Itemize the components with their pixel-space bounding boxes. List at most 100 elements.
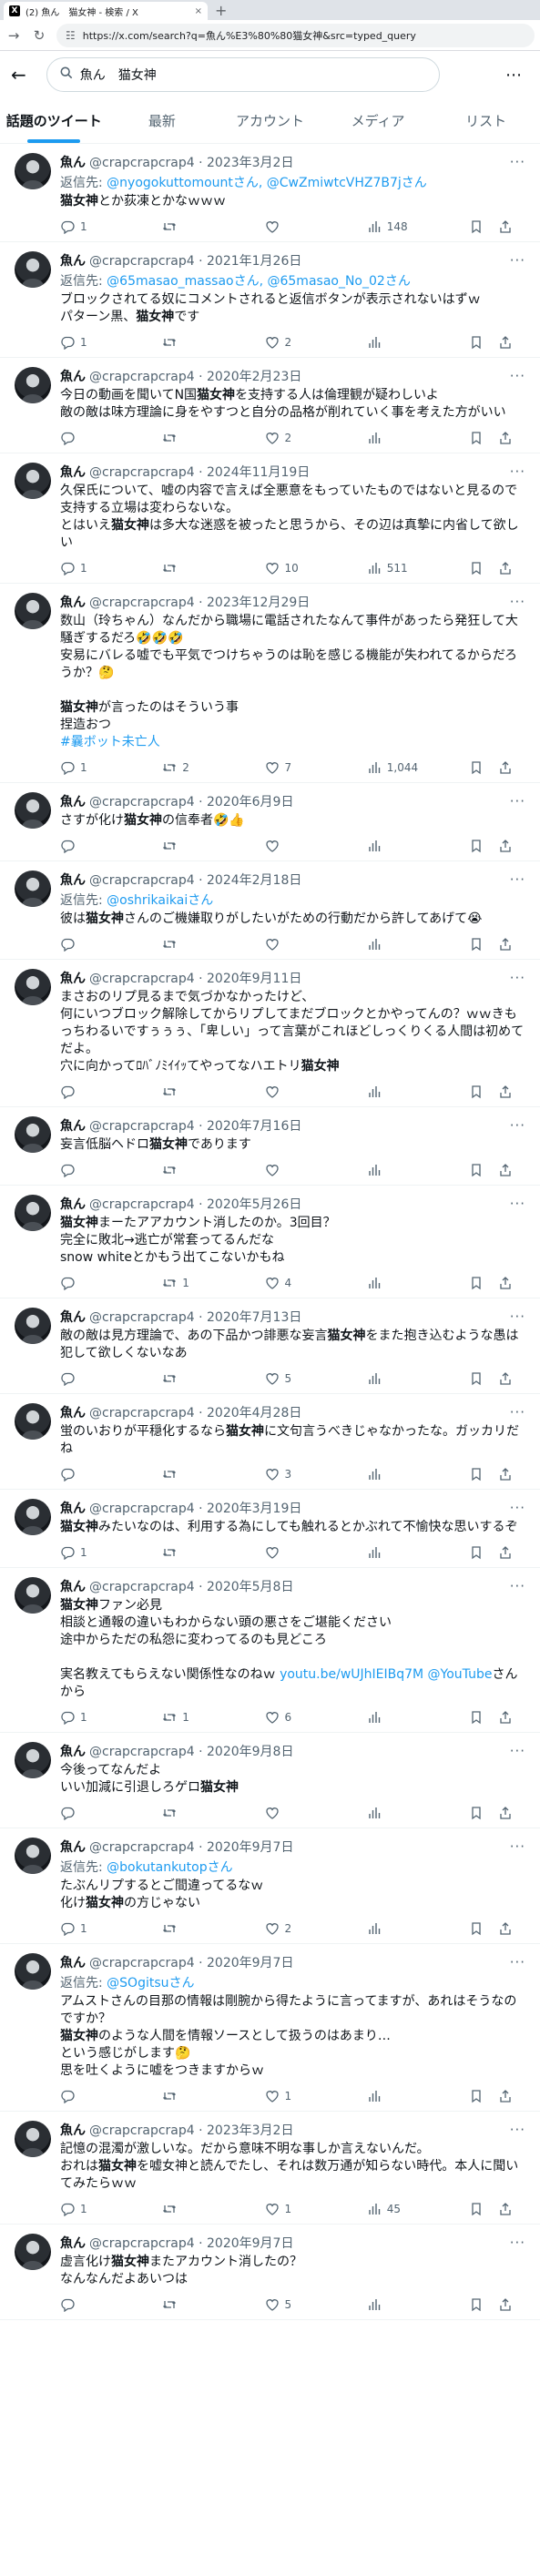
avatar[interactable] — [15, 1116, 51, 1153]
reply-button[interactable]: 1 — [60, 2202, 148, 2216]
like-button[interactable]: 1 — [265, 2202, 352, 2216]
reply-button[interactable] — [60, 431, 148, 445]
author-handle-date[interactable]: @crapcrapcrap4 · 2020年6月9日 — [89, 792, 293, 810]
author-name[interactable]: 魚ん — [60, 367, 86, 385]
avatar[interactable] — [15, 871, 51, 907]
views-button[interactable]: 148 — [367, 219, 454, 234]
tweet-more-icon[interactable]: ··· — [510, 1743, 525, 1759]
views-button[interactable] — [367, 1545, 454, 1560]
author-name[interactable]: 魚ん — [60, 1499, 86, 1517]
tweet-link[interactable]: youtu.be/wUJhIEIBq7M @YouTube — [280, 1667, 492, 1682]
like-button[interactable]: 5 — [265, 2297, 352, 2312]
tweet[interactable]: 魚ん @crapcrapcrap4 · 2020年6月9日 ··· さすが化け猫… — [0, 783, 540, 861]
site-info-icon[interactable]: ☷ — [66, 29, 76, 42]
like-button[interactable]: 5 — [265, 1371, 352, 1386]
views-button[interactable] — [367, 937, 454, 952]
tab-latest[interactable]: 最新 — [108, 98, 217, 143]
avatar[interactable] — [15, 593, 51, 629]
author-handle-date[interactable]: @crapcrapcrap4 · 2020年2月23日 — [89, 367, 301, 385]
author-name[interactable]: 魚ん — [60, 871, 86, 889]
reply-button[interactable] — [60, 1084, 148, 1099]
views-button[interactable] — [367, 839, 454, 853]
retweet-button[interactable] — [162, 335, 250, 350]
tweet-more-icon[interactable]: ··· — [510, 1954, 525, 1970]
bookmark-icon[interactable] — [469, 1710, 484, 1725]
retweet-button[interactable] — [162, 2089, 250, 2103]
like-button[interactable]: 7 — [265, 760, 352, 775]
like-button[interactable]: 3 — [265, 1467, 352, 1481]
views-button[interactable] — [367, 1467, 454, 1481]
share-icon[interactable] — [498, 1084, 513, 1099]
avatar[interactable] — [15, 1499, 51, 1535]
views-button[interactable] — [367, 1921, 454, 1936]
reply-button[interactable]: 1 — [60, 1545, 148, 1560]
tweet-more-icon[interactable]: ··· — [510, 368, 525, 384]
reply-button[interactable] — [60, 1163, 148, 1177]
retweet-button[interactable]: 1 — [162, 1276, 250, 1290]
tab-top[interactable]: 話題のツイート — [0, 98, 108, 143]
author-handle-date[interactable]: @crapcrapcrap4 · 2020年5月26日 — [89, 1195, 301, 1213]
avatar[interactable] — [15, 251, 51, 288]
tab-close-icon[interactable]: × — [195, 6, 202, 16]
author-handle-date[interactable]: @crapcrapcrap4 · 2020年5月8日 — [89, 1577, 293, 1595]
share-icon[interactable] — [498, 561, 513, 575]
author-name[interactable]: 魚ん — [60, 2121, 86, 2139]
views-button[interactable]: 1,044 — [367, 760, 454, 775]
bookmark-icon[interactable] — [469, 2202, 484, 2216]
tab-media[interactable]: メディア — [324, 98, 433, 143]
retweet-button[interactable] — [162, 561, 250, 575]
reply-button[interactable] — [60, 937, 148, 952]
tweet[interactable]: 魚ん @crapcrapcrap4 · 2020年9月7日 ··· 返信先: @… — [0, 1828, 540, 1944]
reply-to-link[interactable]: @oshrikaikaiさん — [107, 893, 213, 908]
author-handle-date[interactable]: @crapcrapcrap4 · 2020年9月7日 — [89, 1953, 293, 1971]
bookmark-icon[interactable] — [469, 2297, 484, 2312]
views-button[interactable] — [367, 2297, 454, 2312]
avatar[interactable] — [15, 463, 51, 499]
bookmark-icon[interactable] — [469, 1084, 484, 1099]
author-handle-date[interactable]: @crapcrapcrap4 · 2020年9月8日 — [89, 1742, 293, 1760]
author-name[interactable]: 魚ん — [60, 1308, 86, 1326]
share-icon[interactable] — [498, 1467, 513, 1481]
share-icon[interactable] — [498, 1806, 513, 1820]
search-input[interactable]: 魚ん 猫女神 — [46, 57, 440, 92]
avatar[interactable] — [15, 1838, 51, 1874]
like-button[interactable]: 1 — [265, 2089, 352, 2103]
tweet[interactable]: 魚ん @crapcrapcrap4 · 2020年9月7日 ··· 返信先: @… — [0, 1944, 540, 2112]
bookmark-icon[interactable] — [469, 1276, 484, 1290]
tweet-more-icon[interactable]: ··· — [510, 1500, 525, 1516]
views-button[interactable] — [367, 2089, 454, 2103]
tweet-more-icon[interactable]: ··· — [510, 871, 525, 888]
browser-tab[interactable]: X (2) 魚ん 猫女神 - 検索 / X × — [4, 2, 208, 20]
author-name[interactable]: 魚ん — [60, 969, 86, 987]
tweet-more-icon[interactable]: ··· — [510, 1578, 525, 1594]
tweet-more-icon[interactable]: ··· — [510, 970, 525, 986]
bookmark-icon[interactable] — [469, 760, 484, 775]
reply-button[interactable]: 1 — [60, 1710, 148, 1725]
tweet[interactable]: 魚ん @crapcrapcrap4 · 2020年9月8日 ··· 今後ってなん… — [0, 1733, 540, 1828]
views-button[interactable] — [367, 431, 454, 445]
retweet-button[interactable] — [162, 431, 250, 445]
url-field[interactable]: ☷ https://x.com/search?q=魚ん%E3%80%80猫女神&… — [56, 23, 535, 47]
views-button[interactable]: 45 — [367, 2202, 454, 2216]
author-handle-date[interactable]: @crapcrapcrap4 · 2020年9月7日 — [89, 1838, 293, 1856]
author-name[interactable]: 魚ん — [60, 1838, 86, 1856]
author-name[interactable]: 魚ん — [60, 251, 86, 270]
views-button[interactable] — [367, 1806, 454, 1820]
share-icon[interactable] — [498, 335, 513, 350]
tweet-more-icon[interactable]: ··· — [510, 1308, 525, 1325]
avatar[interactable] — [15, 2121, 51, 2157]
reply-button[interactable]: 1 — [60, 335, 148, 350]
new-tab-icon[interactable]: + — [215, 2, 227, 19]
share-icon[interactable] — [498, 1371, 513, 1386]
author-handle-date[interactable]: @crapcrapcrap4 · 2021年1月26日 — [89, 251, 301, 270]
tweet-more-icon[interactable]: ··· — [510, 1117, 525, 1134]
retweet-button[interactable]: 2 — [162, 760, 250, 775]
tweet[interactable]: 魚ん @crapcrapcrap4 · 2020年5月26日 ··· 猫女神まー… — [0, 1186, 540, 1298]
views-button[interactable] — [367, 1710, 454, 1725]
tweet[interactable]: 魚ん @crapcrapcrap4 · 2023年3月2日 ··· 記憶の混濁が… — [0, 2112, 540, 2225]
share-icon[interactable] — [498, 2202, 513, 2216]
author-handle-date[interactable]: @crapcrapcrap4 · 2020年7月13日 — [89, 1308, 301, 1326]
tweet-more-icon[interactable]: ··· — [510, 594, 525, 610]
retweet-button[interactable] — [162, 1163, 250, 1177]
avatar[interactable] — [15, 2234, 51, 2270]
